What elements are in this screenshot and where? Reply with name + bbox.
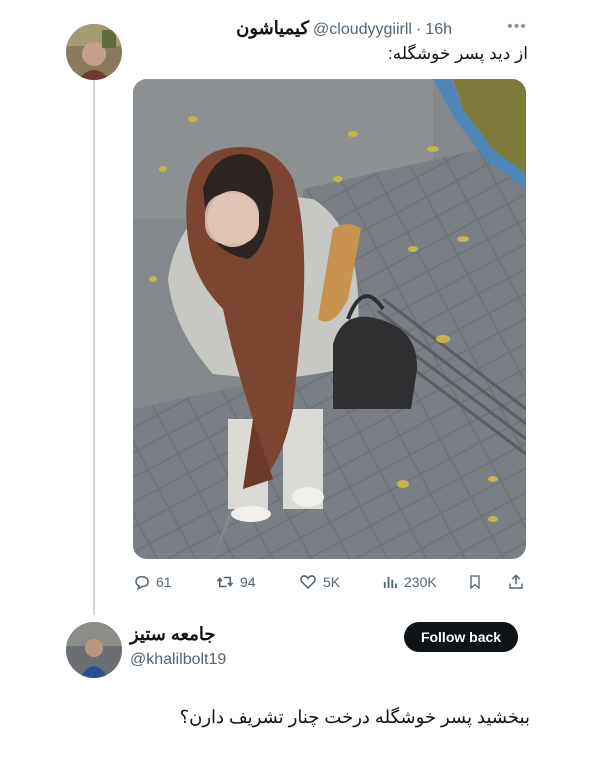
views-icon <box>383 576 397 588</box>
reply-action[interactable]: 61 <box>133 571 172 593</box>
bookmark-action[interactable] <box>467 571 483 593</box>
reply-author-name[interactable]: جامعه ستیز <box>130 624 260 650</box>
retweet-count: 94 <box>240 574 256 590</box>
views-count: 230K <box>404 574 437 590</box>
tweet-author-avatar[interactable] <box>66 24 122 80</box>
reply-author-handle[interactable]: @khalilbolt19 <box>130 651 330 673</box>
tweet-header: کیمیاشون @cloudyygiirll · 16h <box>134 18 452 44</box>
reply-icon <box>135 575 149 591</box>
reply-author-avatar[interactable] <box>66 622 122 678</box>
reply-text: ببخشید پسر خوشگله درخت چنار تشریف دارن؟ <box>179 707 530 727</box>
follow-back-button[interactable]: Follow back <box>404 622 518 652</box>
tweet-author-name[interactable]: کیمیاشون <box>236 18 309 39</box>
like-count: 5K <box>323 574 341 590</box>
retweet-icon <box>216 576 234 588</box>
tweet-photo[interactable] <box>133 79 526 559</box>
tweet-timestamp[interactable]: 16h <box>425 21 452 39</box>
share-action[interactable] <box>507 571 525 593</box>
retweet-action[interactable]: 94 <box>215 571 256 593</box>
share-icon <box>509 574 523 589</box>
thread-line <box>93 80 95 615</box>
tweet-author-handle[interactable]: @cloudyygiirll <box>313 21 412 39</box>
more-horizontal-icon[interactable]: ••• <box>504 18 530 38</box>
like-action[interactable]: 5K <box>298 571 340 593</box>
views-action[interactable]: 230K <box>381 571 437 593</box>
header-separator: · <box>415 21 422 38</box>
bookmark-icon <box>470 575 480 590</box>
reply-count: 61 <box>156 574 172 590</box>
tweet-text: از دید پسر خوشگله: <box>388 44 528 63</box>
heart-icon <box>300 575 316 590</box>
